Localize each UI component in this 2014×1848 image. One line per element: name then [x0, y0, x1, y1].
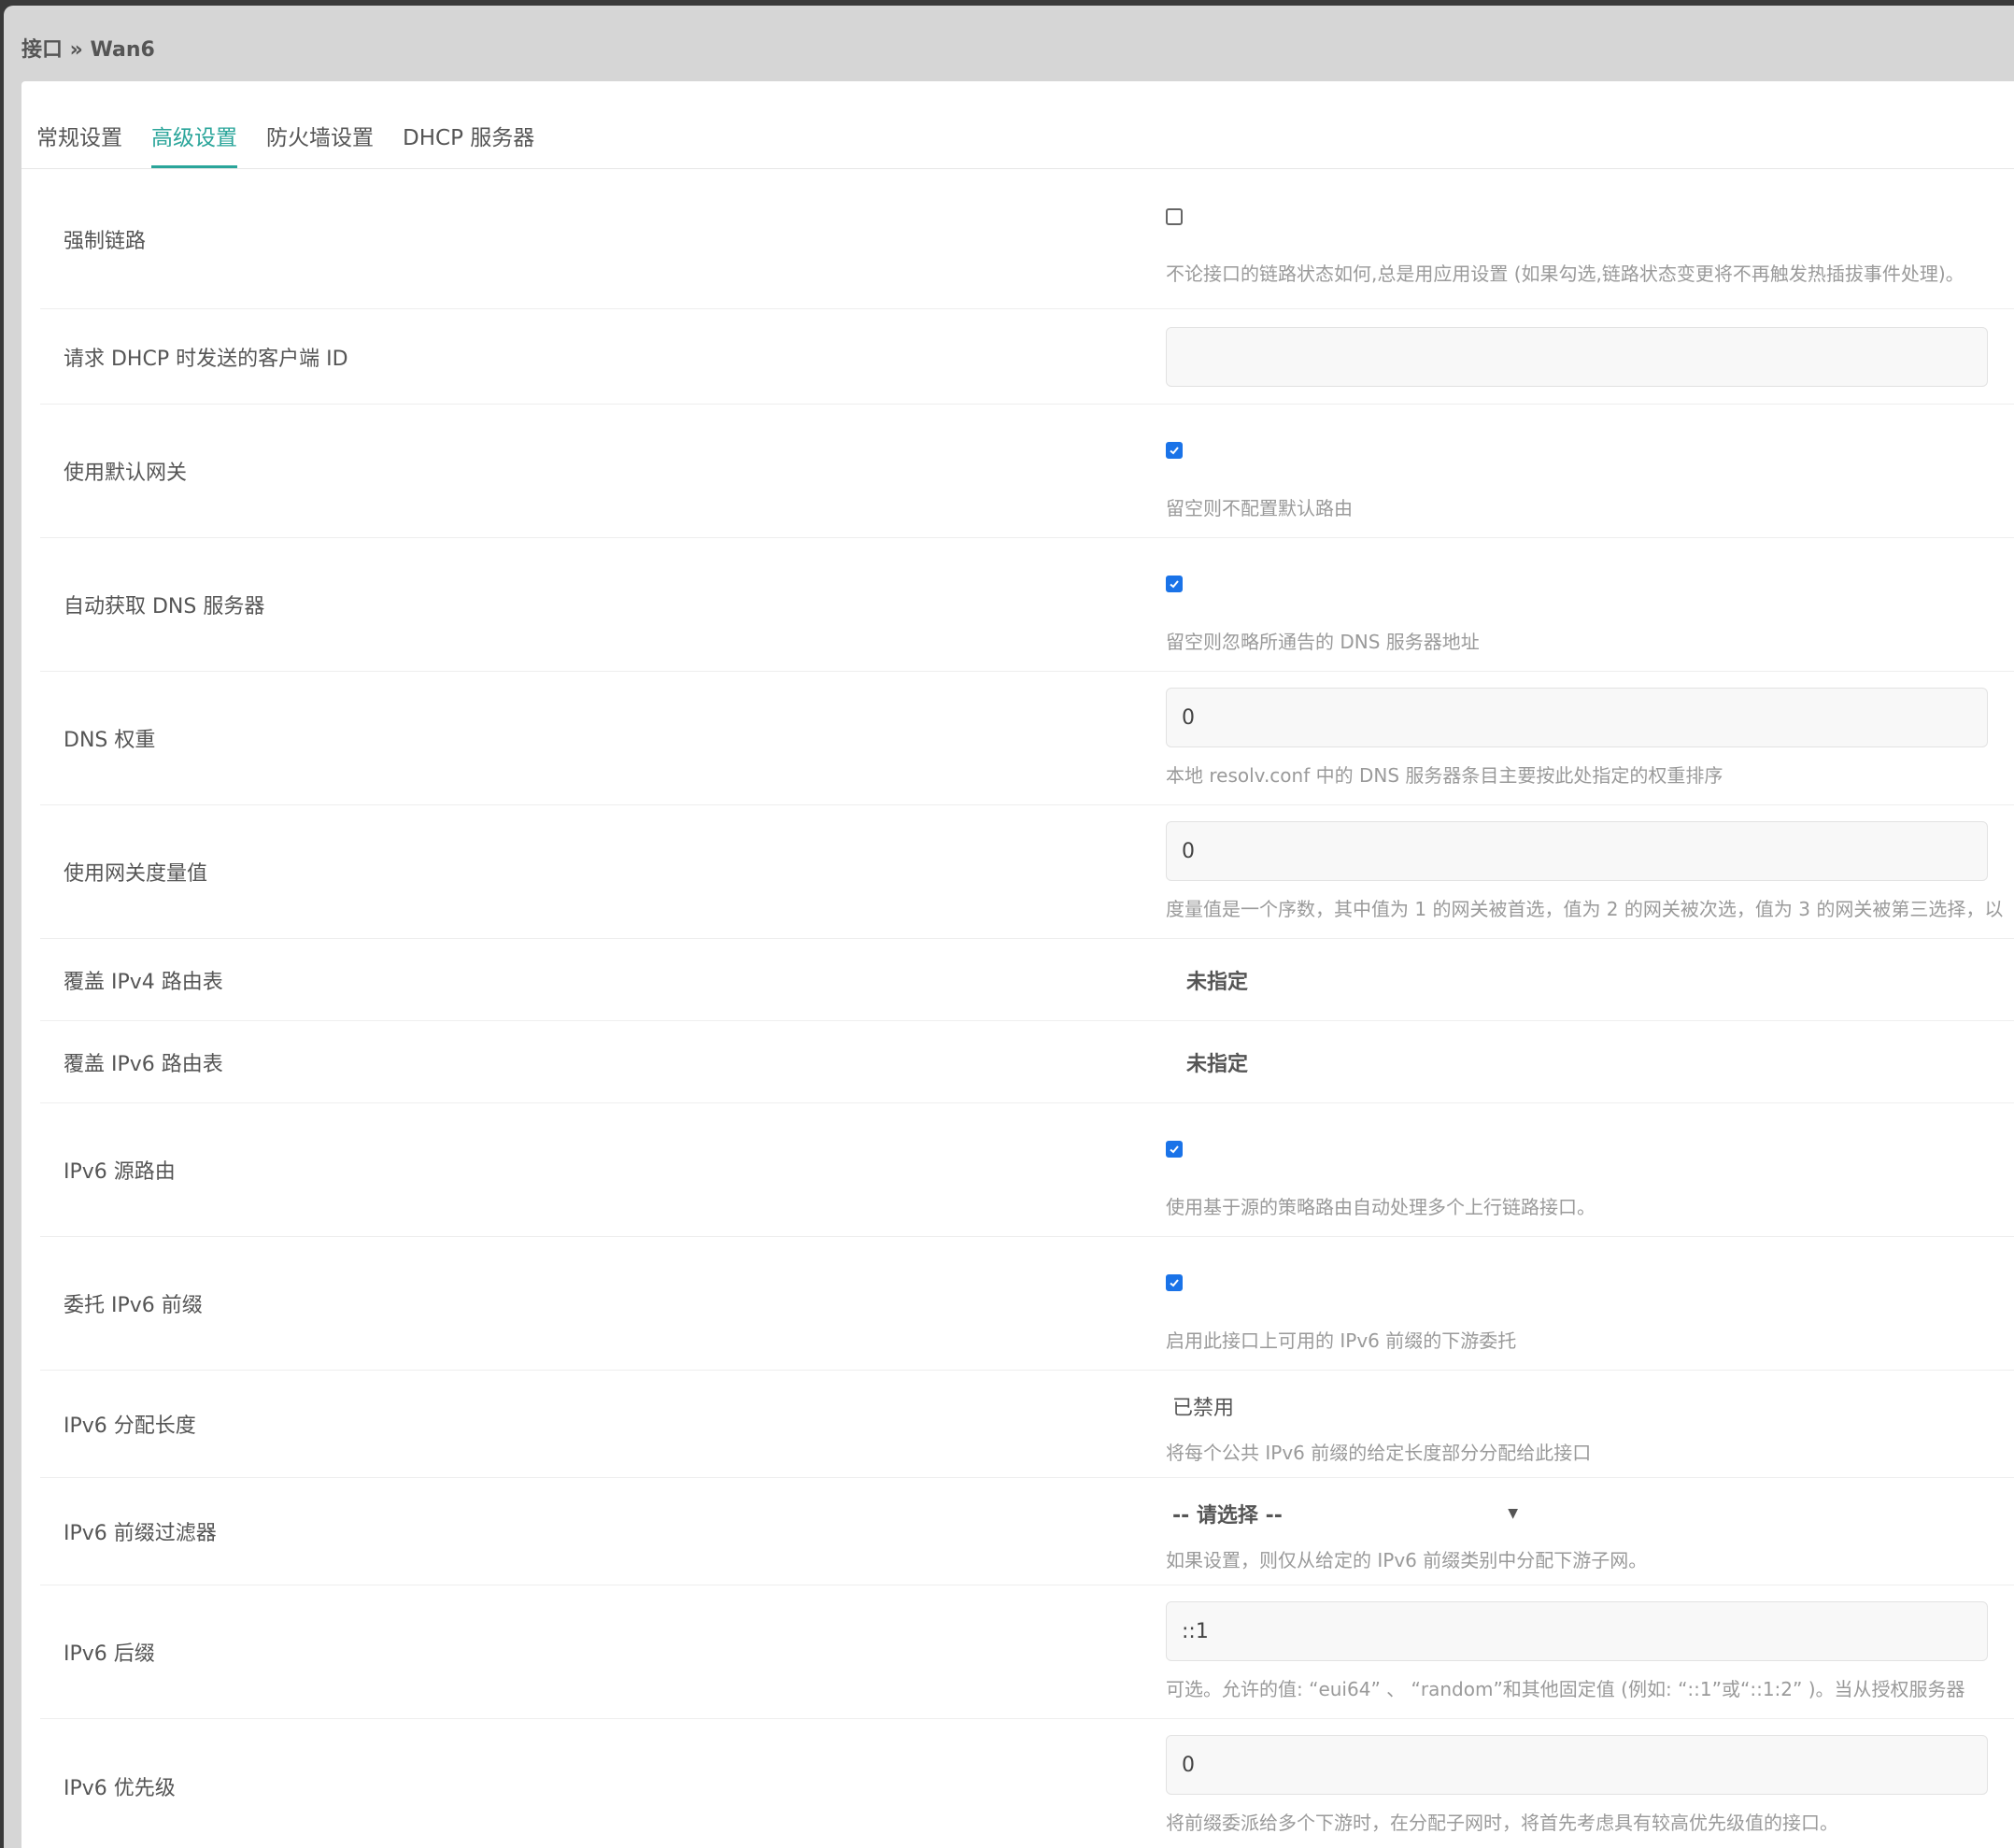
row-ipv4-table: 覆盖 IPv4 路由表 未指定 — [40, 939, 2014, 1021]
gateway-metric-desc: 度量值是一个序数，其中值为 1 的网关被首选，值为 2 的网关被次选，值为 3 … — [1166, 898, 2004, 920]
ipv6-suffix-label: IPv6 后缀 — [64, 1642, 155, 1666]
dns-weight-field: 0 — [1166, 688, 1988, 747]
client-id-input[interactable] — [1166, 327, 1988, 387]
row-gateway-metric: 使用网关度量值 0 度量值是一个序数，其中值为 1 的网关被首选，值为 2 的网… — [40, 805, 2014, 939]
ipv4-table-select[interactable]: 未指定 — [1186, 965, 1248, 995]
auto-dns-label: 自动获取 DNS 服务器 — [64, 595, 265, 618]
prefix-filter-desc: 如果设置，则仅从给定的 IPv6 前缀类别中分配下游子网。 — [1166, 1549, 1648, 1571]
ipv4-table-label: 覆盖 IPv4 路由表 — [64, 970, 223, 994]
row-force-link: 强制链路 不论接口的链路状态如何,总是用应用设置 (如果勾选,链路状态变更将不再… — [40, 169, 2014, 309]
ipv6-source-routing-desc: 使用基于源的策略路由自动处理多个上行链路接口。 — [1166, 1196, 1596, 1218]
client-id-field — [1166, 327, 1988, 387]
ipv6-priority-desc: 将前缀委派给多个下游时，在分配子网时，将首先考虑具有较高优先级值的接口。 — [1166, 1812, 1838, 1834]
row-prefix-filter: IPv6 前缀过滤器 -- 请选择 -- ▼ 如果设置，则仅从给定的 IPv6 … — [40, 1478, 2014, 1585]
force-link-desc: 不论接口的链路状态如何,总是用应用设置 (如果勾选,链路状态变更将不再触发热插拔… — [1166, 263, 1964, 285]
force-link-label: 强制链路 — [64, 229, 147, 253]
ipv6-suffix-input[interactable]: ::1 — [1166, 1601, 1988, 1661]
client-id-label: 请求 DHCP 时发送的客户端 ID — [64, 347, 348, 371]
default-gateway-desc: 留空则不配置默认路由 — [1166, 497, 1353, 519]
ipv4-table-field: 未指定 — [1186, 965, 1248, 995]
interface-modal: 接口 » Wan6 常规设置 高级设置 防火墙设置 DHCP 服务器 强制链路 … — [4, 6, 2014, 1848]
row-auto-dns: 自动获取 DNS 服务器 留空则忽略所通告的 DNS 服务器地址 — [40, 538, 2014, 672]
auto-dns-checkbox[interactable] — [1166, 576, 1183, 592]
checkmark-icon — [1170, 447, 1179, 455]
row-assignment-length: IPv6 分配长度 已禁用 将每个公共 IPv6 前缀的给定长度部分分配给此接口 — [40, 1371, 2014, 1478]
default-gateway-label: 使用默认网关 — [64, 462, 188, 485]
row-delegate-prefix: 委托 IPv6 前缀 启用此接口上可用的 IPv6 前缀的下游委托 — [40, 1237, 2014, 1371]
ipv6-priority-label: IPv6 优先级 — [64, 1776, 176, 1800]
row-ipv6-table: 覆盖 IPv6 路由表 未指定 — [40, 1021, 2014, 1103]
force-link-field — [1166, 208, 1183, 225]
force-link-checkbox[interactable] — [1166, 208, 1183, 225]
auto-dns-field — [1166, 576, 1183, 592]
row-ipv6-source-routing: IPv6 源路由 使用基于源的策略路由自动处理多个上行链路接口。 — [40, 1103, 2014, 1237]
delegate-prefix-label: 委托 IPv6 前缀 — [64, 1294, 203, 1317]
ipv6-table-select[interactable]: 未指定 — [1186, 1047, 1248, 1077]
gateway-metric-input[interactable]: 0 — [1166, 821, 1988, 881]
tab-firewall[interactable]: 防火墙设置 — [266, 124, 374, 168]
dns-weight-desc: 本地 resolv.conf 中的 DNS 服务器条目主要按此处指定的权重排序 — [1166, 764, 1723, 787]
delegate-prefix-field — [1166, 1274, 1183, 1291]
settings-panel: 常规设置 高级设置 防火墙设置 DHCP 服务器 强制链路 不论接口的链路状态如… — [21, 81, 2014, 1848]
prefix-filter-field: -- 请选择 -- ▼ — [1172, 1499, 1518, 1528]
ipv6-source-routing-checkbox[interactable] — [1166, 1141, 1183, 1158]
tab-advanced[interactable]: 高级设置 — [151, 124, 237, 168]
prefix-filter-value: -- 请选择 -- — [1172, 1504, 1283, 1528]
dns-weight-input[interactable]: 0 — [1166, 688, 1988, 747]
row-dns-weight: DNS 权重 0 本地 resolv.conf 中的 DNS 服务器条目主要按此… — [40, 672, 2014, 805]
form-rows: 强制链路 不论接口的链路状态如何,总是用应用设置 (如果勾选,链路状态变更将不再… — [21, 169, 2014, 1848]
row-ipv6-priority: IPv6 优先级 0 将前缀委派给多个下游时，在分配子网时，将首先考虑具有较高优… — [40, 1719, 2014, 1848]
delegate-prefix-desc: 启用此接口上可用的 IPv6 前缀的下游委托 — [1166, 1329, 1517, 1352]
gateway-metric-label: 使用网关度量值 — [64, 862, 208, 886]
row-client-id: 请求 DHCP 时发送的客户端 ID — [40, 309, 2014, 405]
dns-weight-label: DNS 权重 — [64, 729, 156, 752]
breadcrumb: 接口 » Wan6 — [21, 38, 155, 62]
checkmark-icon — [1170, 1145, 1179, 1154]
ipv6-suffix-field: ::1 — [1166, 1601, 1988, 1661]
prefix-filter-select[interactable]: -- 请选择 -- ▼ — [1172, 1499, 1518, 1528]
gateway-metric-field: 0 — [1166, 821, 1988, 881]
tab-general[interactable]: 常规设置 — [36, 124, 122, 168]
assignment-length-desc: 将每个公共 IPv6 前缀的给定长度部分分配给此接口 — [1166, 1442, 1592, 1464]
ipv6-priority-field: 0 — [1166, 1735, 1988, 1795]
assignment-length-select[interactable]: 已禁用 — [1172, 1391, 1234, 1421]
ipv6-priority-input[interactable]: 0 — [1166, 1735, 1988, 1795]
ipv6-table-label: 覆盖 IPv6 路由表 — [64, 1052, 223, 1076]
prefix-filter-label: IPv6 前缀过滤器 — [64, 1522, 217, 1545]
auto-dns-desc: 留空则忽略所通告的 DNS 服务器地址 — [1166, 631, 1480, 653]
row-ipv6-suffix: IPv6 后缀 ::1 可选。允许的值: “eui64” 、 “random”和… — [40, 1585, 2014, 1719]
tab-bar: 常规设置 高级设置 防火墙设置 DHCP 服务器 — [21, 81, 2014, 169]
ipv6-source-routing-field — [1166, 1141, 1183, 1158]
ipv6-source-routing-label: IPv6 源路由 — [64, 1160, 176, 1184]
ipv6-suffix-desc: 可选。允许的值: “eui64” 、 “random”和其他固定值 (例如: “… — [1166, 1678, 1965, 1700]
assignment-length-field: 已禁用 — [1172, 1391, 1234, 1421]
default-gateway-field — [1166, 442, 1183, 459]
default-gateway-checkbox[interactable] — [1166, 442, 1183, 459]
checkmark-icon — [1170, 580, 1179, 589]
chevron-down-icon: ▼ — [1508, 1506, 1518, 1521]
tab-dhcp-server[interactable]: DHCP 服务器 — [403, 124, 534, 168]
assignment-length-label: IPv6 分配长度 — [64, 1414, 196, 1438]
delegate-prefix-checkbox[interactable] — [1166, 1274, 1183, 1291]
row-default-gateway: 使用默认网关 留空则不配置默认路由 — [40, 405, 2014, 538]
checkmark-icon — [1170, 1279, 1179, 1287]
ipv6-table-field: 未指定 — [1186, 1047, 1248, 1077]
